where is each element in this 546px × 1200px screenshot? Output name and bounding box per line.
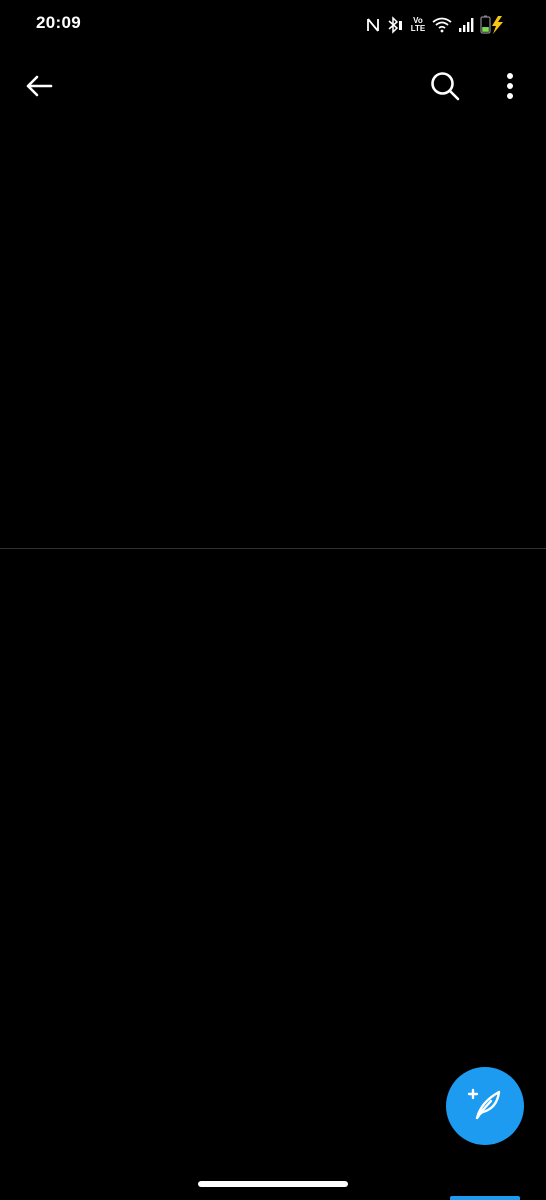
more-vertical-icon [506, 72, 514, 105]
gesture-nav-handle[interactable] [198, 1181, 348, 1187]
nfc-icon [366, 17, 380, 33]
battery-charging-icon [480, 15, 506, 35]
volte-icon: Vo LTE [410, 17, 426, 33]
more-options-button[interactable] [486, 64, 534, 112]
search-icon [430, 71, 460, 106]
compose-tweet-icon [467, 1086, 503, 1127]
search-button[interactable] [421, 64, 469, 112]
compose-tweet-button[interactable] [446, 1067, 524, 1145]
volte-bottom-label: LTE [410, 24, 426, 33]
status-bar: 20:09 Vo LTE [0, 0, 546, 50]
status-time: 20:09 [36, 13, 81, 32]
bottom-accent-bar [450, 1196, 520, 1200]
signal-icon [458, 17, 474, 33]
content-divider [0, 548, 546, 549]
top-app-bar [0, 56, 546, 122]
bluetooth-icon [386, 16, 404, 34]
back-arrow-icon [25, 74, 53, 103]
status-icons: Vo LTE [366, 14, 506, 36]
wifi-icon [432, 17, 452, 33]
back-button[interactable] [15, 64, 63, 112]
